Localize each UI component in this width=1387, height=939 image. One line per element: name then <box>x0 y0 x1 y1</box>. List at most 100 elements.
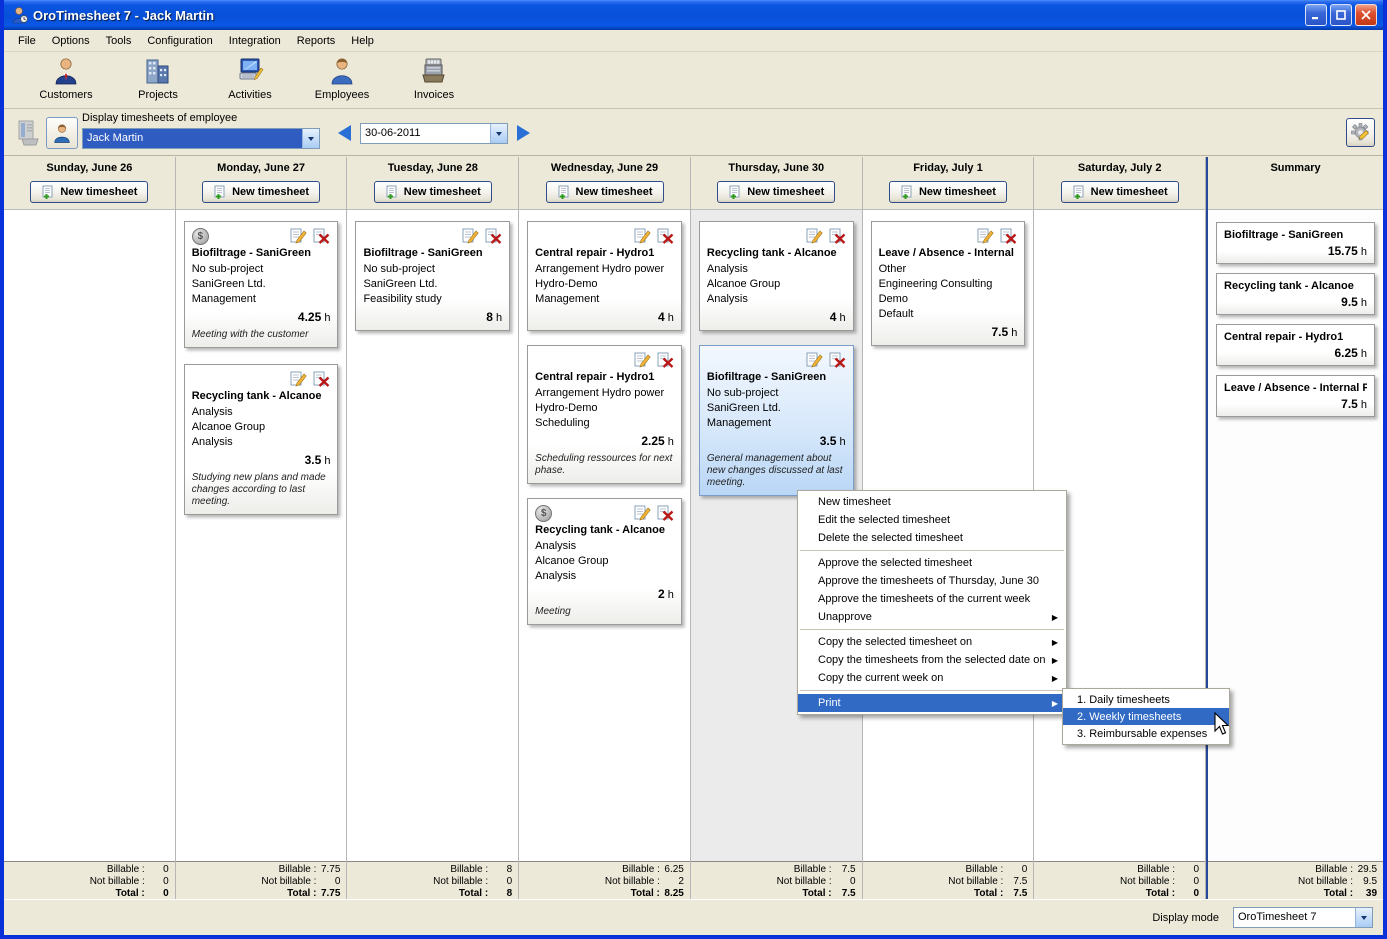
edit-timesheet-icon[interactable] <box>806 228 823 244</box>
ctx-copy-selected[interactable]: Copy the selected timesheet on▶ <box>798 633 1066 651</box>
employee-select[interactable]: Jack Martin <box>82 128 320 149</box>
titlebar[interactable]: OroTimesheet 7 - Jack Martin <box>4 0 1383 30</box>
menu-integration[interactable]: Integration <box>221 32 289 50</box>
ctx-new-timesheet[interactable]: New timesheet <box>798 493 1066 511</box>
ctx-approve-week[interactable]: Approve the timesheets of the current we… <box>798 590 1066 608</box>
display-mode-select[interactable]: OroTimesheet 7 <box>1233 907 1373 928</box>
timesheet-card[interactable]: Central repair - Hydro1 Arrangement Hydr… <box>527 221 682 331</box>
delete-timesheet-icon[interactable] <box>657 352 674 368</box>
projects-icon <box>141 55 175 87</box>
new-timesheet-button[interactable]: New timesheet <box>202 181 320 203</box>
timesheet-project: Biofiltrage - SaniGreen <box>192 247 331 259</box>
toolbar-invoices[interactable]: Invoices <box>388 52 480 101</box>
close-button[interactable] <box>1355 4 1377 26</box>
timesheet-hours: 2 h <box>535 587 674 601</box>
summary-card[interactable]: Recycling tank - Alcanoe 9.5 h <box>1216 273 1375 315</box>
menu-configuration[interactable]: Configuration <box>139 32 220 50</box>
menu-options[interactable]: Options <box>44 32 98 50</box>
ctx-copy-week[interactable]: Copy the current week on▶ <box>798 669 1066 687</box>
ctx-print[interactable]: Print▶ <box>798 694 1066 712</box>
timesheet-card[interactable]: Recycling tank - Alcanoe Analysis Alcano… <box>699 221 854 331</box>
day-header: Sunday, June 26 New timesheet <box>4 157 175 210</box>
new-timesheet-label: New timesheet <box>919 186 996 198</box>
timesheet-card[interactable]: $ Recycling tank - Alcanoe Analysis Alca… <box>527 498 682 625</box>
menu-reports[interactable]: Reports <box>289 32 344 50</box>
new-timesheet-icon <box>385 185 399 200</box>
delete-timesheet-icon[interactable] <box>829 352 846 368</box>
timesheet-card[interactable]: Biofiltrage - SaniGreen No sub-project S… <box>355 221 510 331</box>
settings-button[interactable] <box>1346 118 1375 147</box>
delete-timesheet-icon[interactable] <box>829 228 846 244</box>
menu-help[interactable]: Help <box>343 32 382 50</box>
ctx-edit-timesheet[interactable]: Edit the selected timesheet <box>798 511 1066 529</box>
toolbar-employees[interactable]: Employees <box>296 52 388 101</box>
next-week-button[interactable] <box>517 125 530 141</box>
timesheet-card[interactable]: Leave / Absence - Internal Pr Other Engi… <box>871 221 1026 346</box>
timesheet-note: Studying new plans and made changes acco… <box>192 472 331 508</box>
timesheet-card[interactable]: Recycling tank - Alcanoe Analysis Alcano… <box>184 364 339 515</box>
toolbar-customers[interactable]: Customers <box>20 52 112 101</box>
ctx-unapprove[interactable]: Unapprove▶ <box>798 608 1066 626</box>
summary-card[interactable]: Central repair - Hydro1 6.25 h <box>1216 324 1375 366</box>
delete-timesheet-icon[interactable] <box>1000 228 1017 244</box>
delete-timesheet-icon[interactable] <box>313 228 330 244</box>
edit-timesheet-icon[interactable] <box>634 228 651 244</box>
ctx-approve-day[interactable]: Approve the timesheets of Thursday, June… <box>798 572 1066 590</box>
delete-timesheet-icon[interactable] <box>485 228 502 244</box>
timesheet-note: Scheduling ressources for next phase. <box>535 453 674 477</box>
new-timesheet-button[interactable]: New timesheet <box>374 181 492 203</box>
toolbar-activities[interactable]: Activities <box>204 52 296 101</box>
delete-timesheet-icon[interactable] <box>313 371 330 387</box>
employee-selector-label: Display timesheets of employee <box>82 112 237 124</box>
previous-week-button[interactable] <box>338 125 351 141</box>
new-timesheet-icon <box>1072 185 1086 200</box>
edit-timesheet-icon[interactable] <box>290 228 307 244</box>
summary-card[interactable]: Leave / Absence - Internal Pr 7.5 h <box>1216 375 1375 417</box>
day-body[interactable]: $ Biofiltrage - SaniGreen No sub-project… <box>176 210 347 861</box>
new-timesheet-button[interactable]: New timesheet <box>717 181 835 203</box>
display-mode-arrow[interactable] <box>1355 908 1372 927</box>
delete-timesheet-icon[interactable] <box>657 505 674 521</box>
delete-timesheet-icon[interactable] <box>657 228 674 244</box>
new-timesheet-label: New timesheet <box>60 186 137 198</box>
menu-file[interactable]: File <box>10 32 44 50</box>
edit-timesheet-icon[interactable] <box>634 352 651 368</box>
minimize-button[interactable] <box>1305 4 1327 26</box>
new-timesheet-button[interactable]: New timesheet <box>30 181 148 203</box>
menu-tools[interactable]: Tools <box>98 32 140 50</box>
timesheet-card[interactable]: Central repair - Hydro1 Arrangement Hydr… <box>527 345 682 484</box>
new-timesheet-button[interactable]: New timesheet <box>1061 181 1179 203</box>
submenu-daily-timesheets[interactable]: 1. Daily timesheets <box>1063 691 1229 708</box>
ctx-copy-from-date[interactable]: Copy the timesheets from the selected da… <box>798 651 1066 669</box>
toolbar-projects[interactable]: Projects <box>112 52 204 101</box>
submenu-weekly-timesheets[interactable]: 2. Weekly timesheets <box>1063 708 1229 725</box>
new-timesheet-button[interactable]: New timesheet <box>546 181 664 203</box>
edit-timesheet-icon[interactable] <box>462 228 479 244</box>
edit-timesheet-icon[interactable] <box>806 352 823 368</box>
new-timesheet-label: New timesheet <box>232 186 309 198</box>
timesheet-card[interactable]: $ Biofiltrage - SaniGreen No sub-project… <box>184 221 339 348</box>
select-employee-button[interactable] <box>46 117 78 149</box>
summary-card[interactable]: Biofiltrage - SaniGreen 15.75 h <box>1216 222 1375 264</box>
day-body[interactable]: Central repair - Hydro1 Arrangement Hydr… <box>519 210 690 861</box>
employee-select-arrow[interactable] <box>302 129 319 148</box>
date-select[interactable]: 30-06-2011 <box>360 123 508 144</box>
edit-timesheet-icon[interactable] <box>634 505 651 521</box>
submenu-reimbursable-expenses[interactable]: 3. Reimbursable expenses <box>1063 725 1229 742</box>
toolbar-activities-label: Activities <box>228 89 271 101</box>
maximize-button[interactable] <box>1330 4 1352 26</box>
date-select-arrow[interactable] <box>490 124 507 143</box>
timesheet-hours: 7.5 h <box>879 325 1018 339</box>
day-body[interactable] <box>4 210 175 861</box>
day-name: Wednesday, June 29 <box>519 157 690 174</box>
edit-timesheet-icon[interactable] <box>977 228 994 244</box>
ctx-delete-timesheet[interactable]: Delete the selected timesheet <box>798 529 1066 547</box>
day-body[interactable]: Biofiltrage - SaniGreen No sub-project S… <box>347 210 518 861</box>
ctx-approve-selected[interactable]: Approve the selected timesheet <box>798 554 1066 572</box>
day-column-sunday: Sunday, June 26 New timesheet Billable :… <box>4 157 176 899</box>
new-timesheet-button[interactable]: New timesheet <box>889 181 1007 203</box>
day-header: Wednesday, June 29 New timesheet <box>519 157 690 210</box>
toolbar-employees-label: Employees <box>315 89 369 101</box>
timesheet-card-selected[interactable]: Biofiltrage - SaniGreen No sub-project S… <box>699 345 854 496</box>
edit-timesheet-icon[interactable] <box>290 371 307 387</box>
